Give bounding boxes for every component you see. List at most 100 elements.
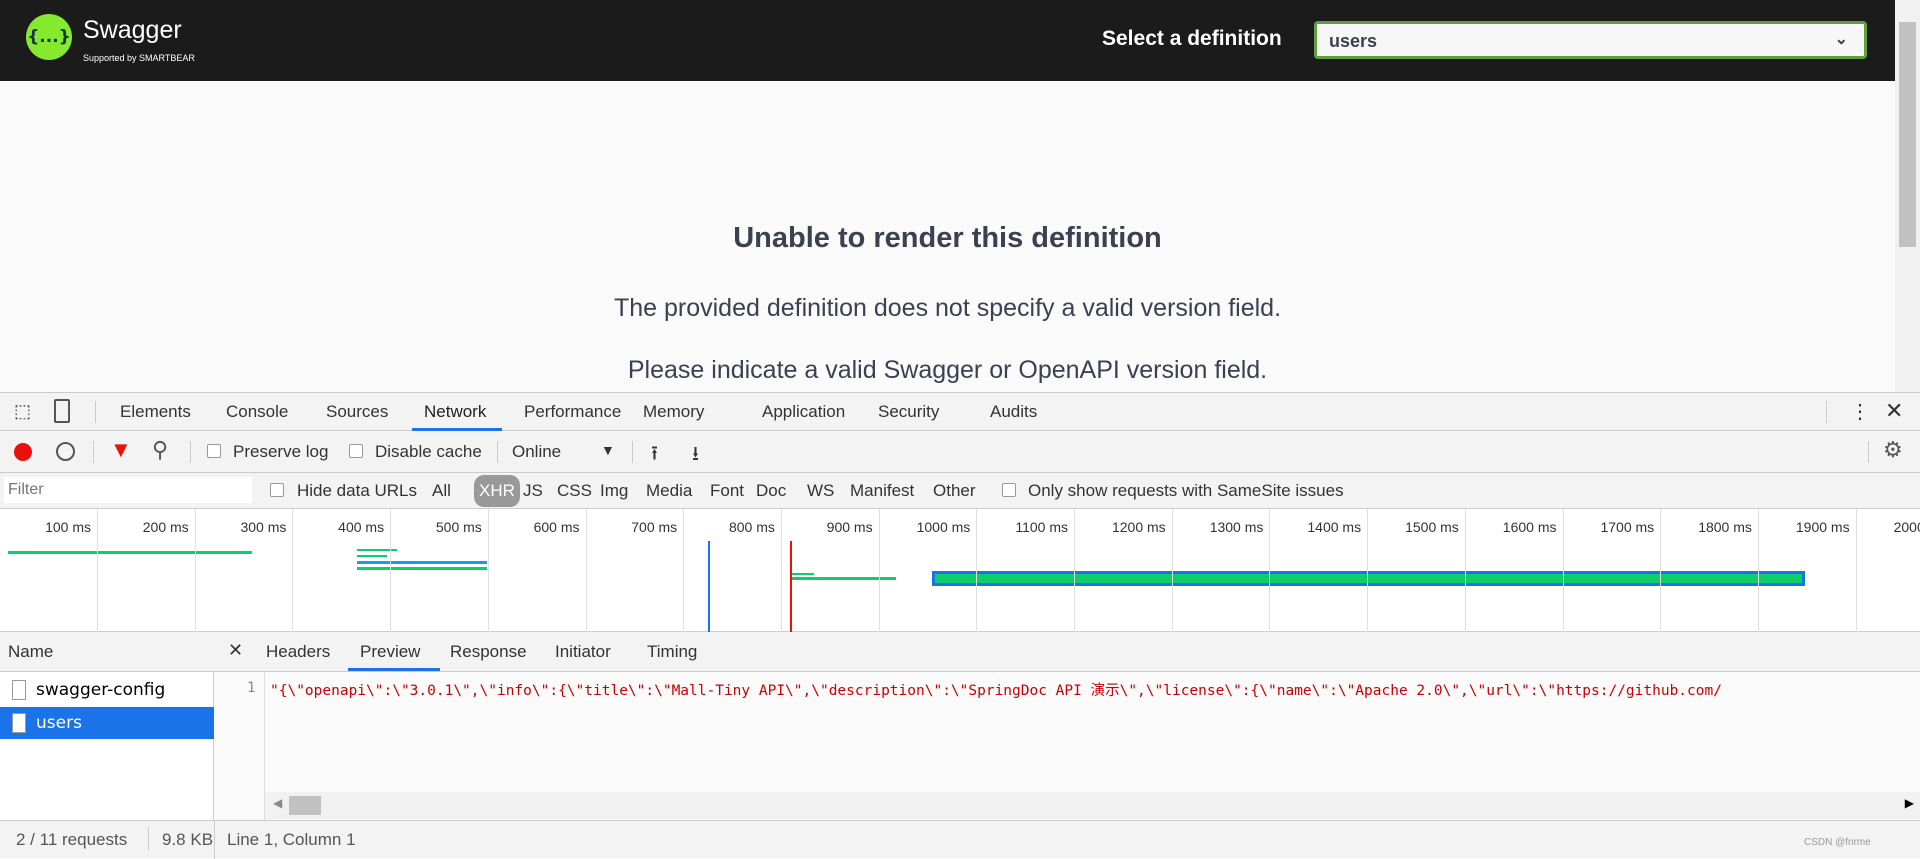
filter-type-all[interactable]: All [432, 481, 451, 501]
tab-application[interactable]: Application [762, 402, 845, 422]
timeline-tick-label: 1200 ms [1111, 519, 1166, 535]
timeline-tick-label: 500 ms [435, 519, 482, 535]
detail-header: Name ✕ Headers Preview Response Initiator Ti… [0, 632, 1920, 672]
close-detail-icon[interactable]: ✕ [228, 640, 243, 661]
preserve-log-checkbox[interactable] [207, 444, 221, 458]
scrollbar-thumb[interactable] [1899, 22, 1916, 247]
tab-memory[interactable]: Memory [643, 402, 704, 422]
swagger-logo[interactable]: {...} [26, 14, 72, 60]
network-overview-timeline[interactable]: 100 ms 200 ms 300 ms 400 ms 500 ms 600 ms 700 … [0, 509, 1920, 632]
throttling-select[interactable]: Online [512, 442, 561, 462]
select-definition-label: Select a definition [1102, 27, 1282, 50]
device-toolbar-icon[interactable] [54, 399, 70, 423]
swagger-topbar: {...} Swagger Supported by SMARTBEAR Sel… [0, 0, 1895, 81]
filter-type-font[interactable]: Font [710, 481, 744, 501]
record-icon[interactable] [14, 443, 32, 461]
tab-console[interactable]: Console [226, 402, 288, 422]
tab-elements[interactable]: Elements [120, 402, 191, 422]
timeline-tick-label: 2000 ms [1893, 519, 1920, 535]
detail-tab-preview[interactable]: Preview [360, 642, 420, 662]
tab-network[interactable]: Network [424, 402, 486, 422]
filter-input[interactable] [4, 477, 252, 503]
timeline-tick-label: 700 ms [631, 519, 678, 535]
close-devtools-icon[interactable]: ✕ [1885, 398, 1903, 424]
horizontal-scrollbar[interactable]: ◀ ▶ [265, 792, 1920, 819]
timeline-tick-label: 1700 ms [1600, 519, 1655, 535]
request-bar [357, 561, 487, 564]
detail-tab-response[interactable]: Response [450, 642, 527, 662]
clear-icon[interactable] [56, 442, 75, 461]
preview-content: "{\"openapi\":\"3.0.1\",\"info\":{\"titl… [270, 683, 1722, 699]
chevron-down-icon: ⌄ [1834, 31, 1848, 48]
more-options-icon[interactable]: ⋮ [1850, 399, 1870, 424]
timeline-tick-label: 900 ms [826, 519, 873, 535]
request-bar [357, 567, 487, 570]
filter-type-js[interactable]: JS [523, 481, 543, 501]
brand-name: Swagger [83, 16, 182, 44]
filter-icon[interactable]: ▼ [110, 437, 132, 463]
error-title: Unable to render this definition [733, 222, 1162, 254]
filter-type-other[interactable]: Other [933, 481, 976, 501]
dom-content-loaded-line [708, 541, 710, 632]
timeline-tick-label: 1300 ms [1209, 519, 1264, 535]
detail-tab-timing[interactable]: Timing [647, 642, 697, 662]
network-toolbar: ▼ ⚲ Preserve log Disable cache Online ▼ … [0, 431, 1920, 473]
request-bar [792, 577, 896, 580]
filter-type-media[interactable]: Media [646, 481, 692, 501]
request-list: swagger-config users [0, 672, 214, 820]
timeline-tick-label: 400 ms [338, 519, 385, 535]
timeline-tick-label: 200 ms [142, 519, 189, 535]
timeline-tick-label: 1600 ms [1502, 519, 1557, 535]
scroll-left-icon[interactable]: ◀ [273, 796, 282, 810]
active-detail-tab-indicator [348, 668, 440, 671]
export-har-icon[interactable]: ⭳ [692, 439, 699, 473]
filter-type-ws[interactable]: WS [807, 481, 834, 501]
cursor-position: Line 1, Column 1 [227, 830, 356, 849]
disable-cache-checkbox[interactable] [349, 444, 363, 458]
request-name: users [36, 713, 82, 733]
definition-select[interactable]: users ⌄ [1314, 21, 1867, 59]
name-column-header[interactable]: Name [8, 642, 53, 662]
scrollbar-thumb[interactable] [289, 796, 321, 815]
tab-performance[interactable]: Performance [524, 402, 621, 422]
request-count: 2 / 11 requests [16, 830, 128, 849]
tab-security[interactable]: Security [878, 402, 939, 422]
inspect-element-icon[interactable]: ⬚ [14, 401, 31, 422]
page-scrollbar[interactable] [1895, 0, 1920, 392]
timeline-tick-label: 800 ms [728, 519, 775, 535]
tab-audits[interactable]: Audits [990, 402, 1037, 422]
watermark: CSDN @fnrme [1804, 837, 1871, 848]
scroll-right-icon[interactable]: ▶ [1905, 796, 1914, 810]
request-name: swagger-config [36, 680, 166, 700]
request-row[interactable]: users [0, 707, 214, 739]
filter-type-img[interactable]: Img [600, 481, 628, 501]
request-bar [792, 573, 814, 575]
definition-select-value: users [1329, 31, 1378, 51]
tab-sources[interactable]: Sources [326, 402, 388, 422]
filter-type-css[interactable]: CSS [557, 481, 592, 501]
timeline-tick-label: 1000 ms [916, 519, 971, 535]
settings-gear-icon[interactable]: ⚙ [1883, 437, 1903, 463]
samesite-checkbox[interactable] [1002, 483, 1016, 497]
devtools-tabbar: ⬚ Elements Console Sources Network Performan… [0, 392, 1920, 431]
detail-tab-initiator[interactable]: Initiator [555, 642, 611, 662]
throttle-dropdown-icon[interactable]: ▼ [601, 442, 615, 458]
request-row[interactable]: swagger-config [0, 674, 214, 706]
filter-type-xhr[interactable]: XHR [474, 475, 520, 507]
filter-type-doc[interactable]: Doc [756, 481, 786, 501]
status-bar: 2 / 11 requests 9.8 KB Line 1, Column 1 … [0, 820, 1920, 859]
timeline-tick-label: 1900 ms [1795, 519, 1850, 535]
search-icon[interactable]: ⚲ [152, 437, 168, 463]
hide-data-urls-checkbox[interactable] [270, 483, 284, 497]
samesite-label: Only show requests with SameSite issues [1028, 481, 1344, 500]
timeline-tick-label: 1400 ms [1307, 519, 1362, 535]
filter-bar: Hide data URLs All XHRJS CSS Img Media Font Do… [0, 473, 1920, 509]
timeline-tick-label: 600 ms [533, 519, 580, 535]
filter-type-manifest[interactable]: Manifest [850, 481, 914, 501]
error-line-1: The provided definition does not specify… [613, 294, 1282, 322]
import-har-icon[interactable]: ⭱ [651, 439, 658, 473]
detail-tab-headers[interactable]: Headers [266, 642, 330, 662]
timeline-tick-label: 1800 ms [1698, 519, 1752, 535]
preserve-log-label: Preserve log [233, 442, 329, 461]
selected-request-bar [932, 571, 1805, 586]
